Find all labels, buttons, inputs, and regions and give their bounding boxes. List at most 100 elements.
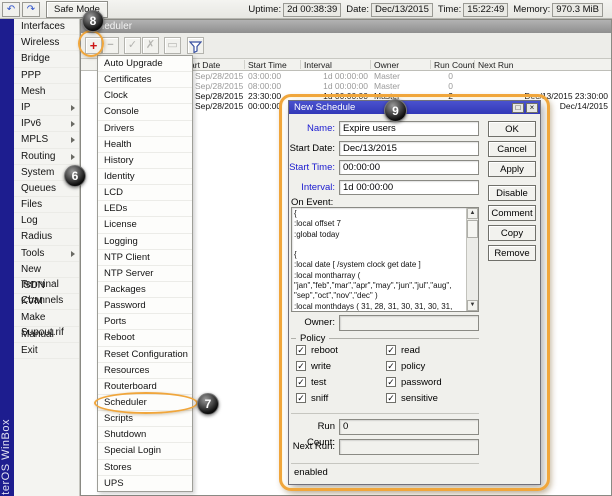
system-menu-item[interactable]: License <box>98 217 192 233</box>
scheduler-window-titlebar[interactable]: Scheduler <box>81 20 611 33</box>
field-input[interactable]: Expire users <box>339 121 479 136</box>
sidebar-item[interactable]: PPP <box>14 68 79 84</box>
sidebar-item[interactable]: Bridge <box>14 51 79 67</box>
system-menu-item[interactable]: Certificates <box>98 72 192 88</box>
sidebar-item[interactable]: KVM <box>14 294 79 310</box>
system-menu-item[interactable]: LCD <box>98 185 192 201</box>
system-menu-item[interactable]: Stores <box>98 460 192 476</box>
sidebar-item[interactable]: IPv6 <box>14 116 79 132</box>
dialog-title: New Schedule <box>294 102 355 113</box>
sidebar-item[interactable]: Log <box>14 213 79 229</box>
system-menu-item[interactable]: History <box>98 153 192 169</box>
sidebar-item-label: Queues <box>21 183 56 194</box>
sidebar-item-label: Routing <box>21 151 55 162</box>
column-header-start-time[interactable]: Start Time <box>248 60 287 70</box>
next-run-label: Next Run: <box>289 439 335 455</box>
dialog-button[interactable]: Apply <box>488 161 536 177</box>
column-header-owner[interactable]: Owner <box>374 60 399 70</box>
on-event-textarea[interactable]: { :local offset 7 :global today { :local… <box>291 207 479 312</box>
policy-checkbox-row[interactable]: ✓ write <box>296 359 386 375</box>
system-menu-item[interactable]: Shutdown <box>98 427 192 443</box>
disable-button[interactable]: ✗ <box>142 37 159 54</box>
sidebar-item[interactable]: Routing <box>14 149 79 165</box>
system-menu-item[interactable]: Password <box>98 298 192 314</box>
checkbox-icon[interactable]: ✓ <box>386 393 396 403</box>
column-header-interval[interactable]: Interval <box>304 60 332 70</box>
sidebar-item[interactable]: IP <box>14 100 79 116</box>
sidebar-item[interactable]: Exit <box>14 343 79 359</box>
remove-button[interactable]: − <box>102 37 119 54</box>
field-input[interactable]: 00:00:00 <box>339 160 479 175</box>
checkbox-icon[interactable]: ✓ <box>296 345 306 355</box>
scrollbar-thumb[interactable] <box>467 220 478 238</box>
checkbox-icon[interactable]: ✓ <box>386 345 396 355</box>
system-menu-item[interactable]: Drivers <box>98 121 192 137</box>
next-run-field <box>339 439 479 455</box>
sidebar-item[interactable]: ISDN Channels <box>14 278 79 294</box>
add-button[interactable]: + <box>85 37 102 54</box>
field-input[interactable]: Dec/13/2015 <box>339 141 479 156</box>
system-menu-item[interactable]: Packages <box>98 282 192 298</box>
sidebar-item[interactable]: MPLS <box>14 132 79 148</box>
sidebar-item[interactable]: Wireless <box>14 35 79 51</box>
redo-icon[interactable]: ↷ <box>22 2 40 17</box>
system-menu-item[interactable]: Health <box>98 137 192 153</box>
dialog-button[interactable]: Copy <box>488 225 536 241</box>
column-header-next-run[interactable]: Next Run <box>478 60 513 70</box>
dialog-button[interactable]: Disable <box>488 185 536 201</box>
undo-icon[interactable]: ↶ <box>2 2 20 17</box>
sidebar-item[interactable]: Radius <box>14 229 79 245</box>
policy-checkbox-row[interactable]: ✓ password <box>386 375 476 391</box>
system-menu-item[interactable]: Reset Configuration <box>98 347 192 363</box>
column-header-run-count[interactable]: Run Count <box>434 60 475 70</box>
policy-checkbox-row[interactable]: ✓ test <box>296 375 386 391</box>
system-menu-item[interactable]: Special Login <box>98 443 192 459</box>
system-menu-item[interactable]: NTP Client <box>98 250 192 266</box>
dialog-button[interactable]: Comment <box>488 205 536 221</box>
policy-checkbox-row[interactable]: ✓ read <box>386 343 476 359</box>
checkbox-icon[interactable]: ✓ <box>386 361 396 371</box>
checkbox-icon[interactable]: ✓ <box>296 393 306 403</box>
policy-checkbox-row[interactable]: ✓ sniff <box>296 391 386 407</box>
sidebar-item[interactable]: Mesh <box>14 84 79 100</box>
system-menu-item[interactable]: LEDs <box>98 201 192 217</box>
owner-field[interactable] <box>339 315 479 331</box>
dialog-button[interactable]: OK <box>488 121 536 137</box>
filter-button[interactable] <box>187 37 204 54</box>
sidebar-item[interactable]: Make Supout.rif <box>14 310 79 326</box>
checkbox-icon[interactable]: ✓ <box>386 377 396 387</box>
sidebar-item[interactable]: Files <box>14 197 79 213</box>
dialog-button[interactable]: Cancel <box>488 141 536 157</box>
system-menu-item[interactable]: Scripts <box>98 411 192 427</box>
sidebar-item[interactable]: Tools <box>14 246 79 262</box>
system-menu-item[interactable]: Routerboard <box>98 379 192 395</box>
scroll-down-icon[interactable]: ▼ <box>467 300 478 311</box>
dialog-button[interactable]: Remove <box>488 245 536 261</box>
policy-checkbox-row[interactable]: ✓ sensitive <box>386 391 476 407</box>
system-menu-item[interactable]: UPS <box>98 476 192 491</box>
scroll-up-icon[interactable]: ▲ <box>467 208 478 219</box>
system-menu-item[interactable]: NTP Server <box>98 266 192 282</box>
disable-icon: ✗ <box>146 39 155 51</box>
system-menu-item[interactable]: Identity <box>98 169 192 185</box>
checkbox-icon[interactable]: ✓ <box>296 361 306 371</box>
comment-button[interactable]: ▭ <box>164 37 181 54</box>
sidebar-item[interactable]: New Terminal <box>14 262 79 278</box>
system-menu-item[interactable]: Ports <box>98 314 192 330</box>
system-menu-item[interactable]: Console <box>98 104 192 120</box>
sidebar-item[interactable]: Manual <box>14 327 79 343</box>
system-menu-item[interactable]: Auto Upgrade <box>98 56 192 72</box>
policy-checkbox-row[interactable]: ✓ reboot <box>296 343 386 359</box>
scrollbar[interactable]: ▲ ▼ <box>466 208 478 311</box>
enable-button[interactable]: ✓ <box>124 37 141 54</box>
system-menu-item[interactable]: Logging <box>98 234 192 250</box>
system-menu-item[interactable]: Scheduler <box>98 395 192 411</box>
system-menu-item[interactable]: Clock <box>98 88 192 104</box>
checkbox-icon[interactable]: ✓ <box>296 377 306 387</box>
policy-checkbox-row[interactable]: ✓ policy <box>386 359 476 375</box>
system-menu-item[interactable]: Reboot <box>98 330 192 346</box>
sidebar-item[interactable]: Interfaces <box>14 19 79 35</box>
field-input[interactable]: 1d 00:00:00 <box>339 180 479 195</box>
sidebar-item-label: IPv6 <box>21 118 41 129</box>
system-menu-item[interactable]: Resources <box>98 363 192 379</box>
